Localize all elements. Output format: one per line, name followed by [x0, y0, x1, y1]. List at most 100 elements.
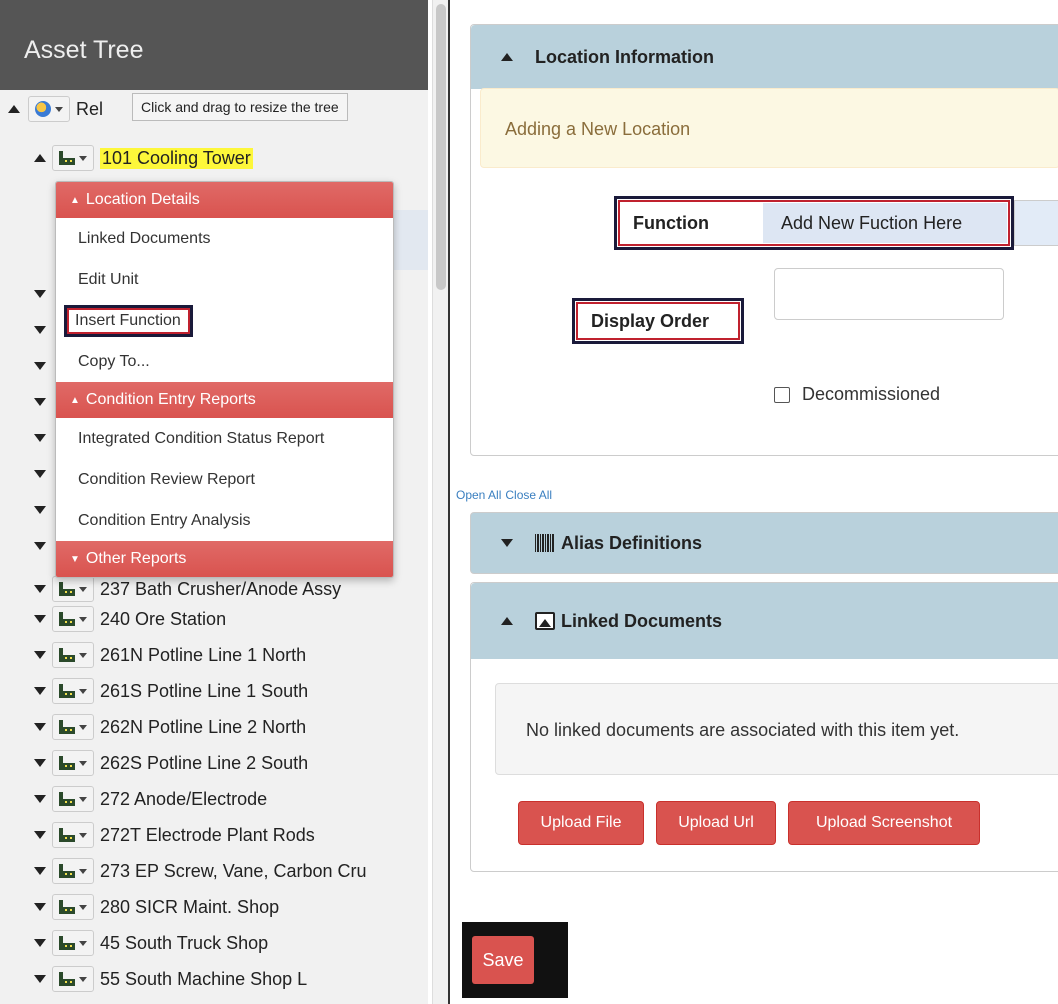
menu-item-linked-documents[interactable]: Linked Documents	[56, 218, 393, 259]
linked-documents-header[interactable]: Linked Documents	[471, 583, 1058, 659]
display-order-input[interactable]	[774, 268, 1004, 320]
node-menu-button[interactable]	[52, 576, 94, 602]
tree-node[interactable]: 273 EP Screw, Vane, Carbon Cru	[34, 857, 366, 885]
node-menu-button[interactable]	[52, 822, 94, 848]
node-label[interactable]: 55 South Machine Shop L	[100, 969, 307, 990]
panel-title: Location Information	[535, 46, 714, 67]
upload-file-button[interactable]: Upload File	[518, 801, 644, 845]
tree-node-selected[interactable]: 101 Cooling Tower	[34, 144, 253, 172]
tree-node[interactable]: 261N Potline Line 1 North	[34, 641, 306, 669]
tree-root-row[interactable]: Rel	[8, 96, 103, 122]
menu-section-condition-entry-reports[interactable]: ▲ Condition Entry Reports	[56, 382, 393, 418]
tree-node[interactable]: 45 South Truck Shop	[34, 929, 268, 957]
tree-node[interactable]: 237 Bath Crusher/Anode Assy	[34, 575, 341, 603]
alias-definitions-header[interactable]: Alias Definitions	[470, 512, 1058, 574]
tree-node[interactable]: 240 Ore Station	[34, 605, 226, 633]
caret-down-icon	[79, 832, 87, 838]
expand-arrow-icon[interactable]	[34, 795, 46, 803]
expand-arrow-icon[interactable]	[34, 975, 46, 983]
expand-arrow-icon[interactable]	[34, 506, 46, 514]
node-label[interactable]: 262S Potline Line 2 South	[100, 753, 308, 774]
node-label[interactable]: 272T Electrode Plant Rods	[100, 825, 315, 846]
node-menu-button[interactable]	[52, 642, 94, 668]
expand-arrow-icon[interactable]	[34, 398, 46, 406]
menu-item-integrated-condition-status-report[interactable]: Integrated Condition Status Report	[56, 418, 393, 459]
expand-arrow-icon[interactable]	[34, 290, 46, 298]
expand-arrow-icon[interactable]	[34, 867, 46, 875]
node-label[interactable]: 261S Potline Line 1 South	[100, 681, 308, 702]
node-menu-button[interactable]	[52, 606, 94, 632]
decommissioned-checkbox[interactable]	[774, 386, 790, 403]
node-label[interactable]: 261N Potline Line 1 North	[100, 645, 306, 666]
tree-node[interactable]: 55 South Machine Shop L	[34, 965, 307, 993]
menu-section-location-details[interactable]: ▲ Location Details	[56, 182, 393, 218]
menu-item-label: Condition Entry Analysis	[78, 511, 251, 529]
expand-arrow-icon[interactable]	[34, 651, 46, 659]
expand-arrow-icon[interactable]	[34, 723, 46, 731]
expand-arrow-icon[interactable]	[34, 542, 46, 550]
save-button[interactable]: Save	[472, 936, 534, 984]
caret-down-icon	[79, 616, 87, 622]
function-input-extension[interactable]	[1014, 200, 1058, 246]
tree-node[interactable]: 280 SICR Maint. Shop	[34, 893, 279, 921]
node-menu-button[interactable]	[52, 750, 94, 776]
tree-node[interactable]: 262S Potline Line 2 South	[34, 749, 308, 777]
resize-divider[interactable]	[448, 0, 456, 1004]
node-label[interactable]: 272 Anode/Electrode	[100, 789, 267, 810]
tree-node[interactable]: 261S Potline Line 1 South	[34, 677, 308, 705]
menu-item-condition-entry-analysis[interactable]: Condition Entry Analysis	[56, 500, 393, 541]
expand-arrow-icon[interactable]	[34, 470, 46, 478]
node-menu-button[interactable]	[52, 714, 94, 740]
node-menu-button[interactable]	[52, 894, 94, 920]
node-menu-button[interactable]	[52, 678, 94, 704]
scrollbar-thumb[interactable]	[436, 4, 446, 290]
tree-node[interactable]: 272T Electrode Plant Rods	[34, 821, 315, 849]
menu-section-other-reports[interactable]: ▼ Other Reports	[56, 541, 393, 577]
node-label[interactable]: 262N Potline Line 2 North	[100, 717, 306, 738]
node-menu-button[interactable]	[52, 966, 94, 992]
menu-item-edit-unit[interactable]: Edit Unit	[56, 259, 393, 300]
close-all-link[interactable]: Close All	[505, 488, 552, 502]
node-menu-button[interactable]	[52, 858, 94, 884]
node-label[interactable]: 45 South Truck Shop	[100, 933, 268, 954]
function-input[interactable]: Add New Fuction Here	[763, 203, 1007, 243]
expand-arrow-icon[interactable]	[34, 615, 46, 623]
expand-arrow-icon[interactable]	[34, 939, 46, 947]
collapse-arrow-icon[interactable]	[34, 154, 46, 162]
caret-down-icon	[79, 868, 87, 874]
node-label[interactable]: 101 Cooling Tower	[100, 147, 253, 169]
menu-item-copy-to[interactable]: Copy To...	[56, 341, 393, 382]
root-menu-button[interactable]	[28, 96, 70, 122]
decommissioned-checkbox-row[interactable]: Decommissioned	[774, 384, 940, 405]
menu-item-insert-function[interactable]: Insert Function	[56, 300, 393, 341]
root-label[interactable]: Rel	[76, 99, 103, 120]
expand-arrow-icon[interactable]	[34, 759, 46, 767]
expand-arrow-icon[interactable]	[34, 831, 46, 839]
menu-item-label: Copy To...	[78, 352, 150, 370]
node-label[interactable]: 237 Bath Crusher/Anode Assy	[100, 579, 341, 600]
menu-item-condition-review-report[interactable]: Condition Review Report	[56, 459, 393, 500]
node-menu-button[interactable]	[52, 786, 94, 812]
expand-arrow-icon[interactable]	[34, 585, 46, 593]
node-label[interactable]: 280 SICR Maint. Shop	[100, 897, 279, 918]
expand-arrow-icon: ▼	[70, 553, 80, 565]
node-label[interactable]: 240 Ore Station	[100, 609, 226, 630]
upload-url-button[interactable]: Upload Url	[656, 801, 776, 845]
tree-scrollbar[interactable]	[432, 0, 448, 1004]
collapse-arrow-icon[interactable]	[8, 105, 20, 113]
expand-arrow-icon[interactable]	[34, 687, 46, 695]
location-information-header[interactable]: Location Information	[471, 25, 1058, 89]
expand-arrow-icon[interactable]	[34, 434, 46, 442]
node-menu-button[interactable]	[52, 930, 94, 956]
tree-node[interactable]: 272 Anode/Electrode	[34, 785, 267, 813]
caret-down-icon	[79, 760, 87, 766]
expand-arrow-icon[interactable]	[34, 326, 46, 334]
expand-arrow-icon[interactable]	[34, 903, 46, 911]
open-all-link[interactable]: Open All	[456, 488, 501, 502]
tree-node[interactable]: 262N Potline Line 2 North	[34, 713, 306, 741]
node-label[interactable]: 273 EP Screw, Vane, Carbon Cru	[100, 861, 366, 882]
expand-arrow-icon[interactable]	[34, 362, 46, 370]
upload-screenshot-button[interactable]: Upload Screenshot	[788, 801, 980, 845]
expand-arrow-icon	[501, 539, 513, 547]
node-menu-button[interactable]	[52, 145, 94, 171]
